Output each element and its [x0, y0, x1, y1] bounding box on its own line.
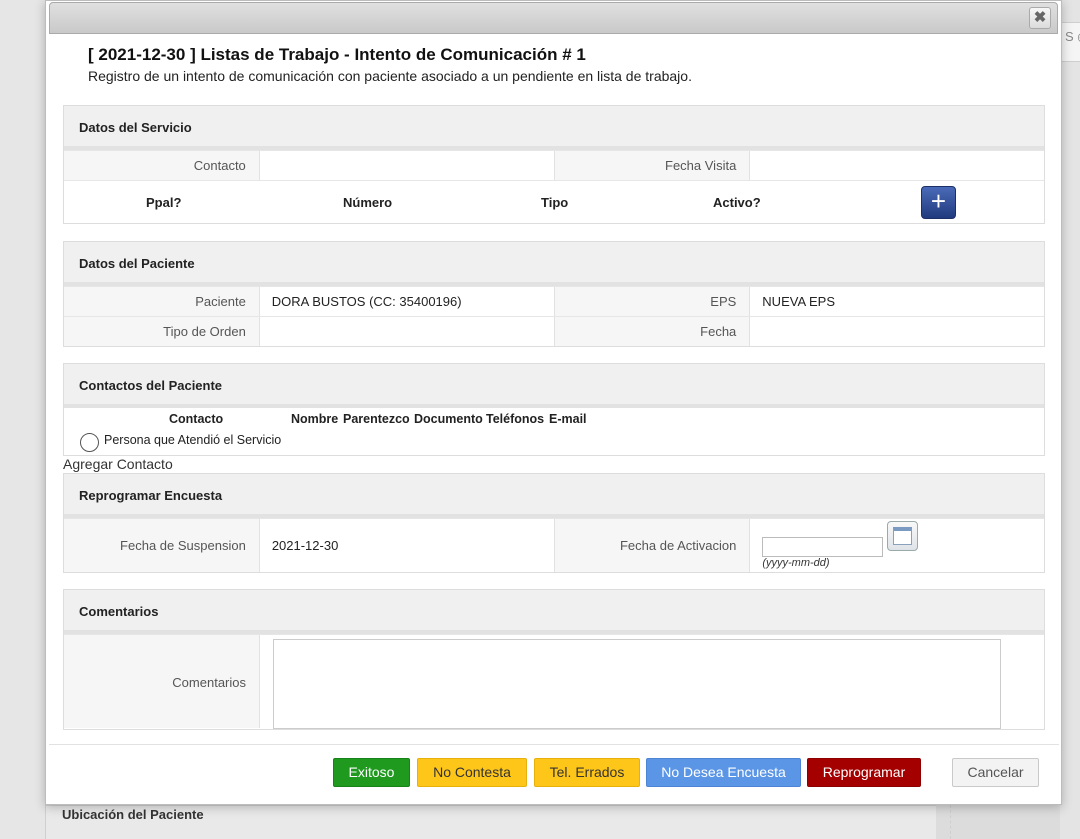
close-icon[interactable]: ✖	[1029, 7, 1051, 29]
activation-date-cell: (yyyy-mm-dd)	[750, 519, 1044, 572]
col-nombre: Nombre	[291, 412, 339, 426]
patient-row: Paciente DORA BUSTOS (CC: 35400196) EPS …	[64, 286, 1044, 316]
col-numero: Número	[343, 195, 393, 210]
col-email: E-mail	[549, 412, 587, 426]
date-label: Fecha	[554, 317, 751, 346]
patient-data-panel: Datos del Paciente Paciente DORA BUSTOS …	[63, 241, 1045, 347]
patient-value: DORA BUSTOS (CC: 35400196)	[260, 287, 555, 316]
activation-date-label: Fecha de Activacion	[554, 519, 751, 572]
eps-value: NUEVA EPS	[762, 294, 836, 309]
visit-date-value	[750, 151, 1044, 180]
reschedule-row: Fecha de Suspension 2021-12-30 Fecha de …	[64, 518, 1044, 572]
col-ppal: Ppal?	[146, 195, 182, 210]
declines-survey-button[interactable]: No Desea Encuesta	[646, 758, 801, 787]
attended-person-radio[interactable]	[80, 433, 99, 452]
patient-data-header: Datos del Paciente	[64, 242, 1044, 286]
communication-attempt-dialog: ✖ [ 2021-12-30 ] Listas de Trabajo - Int…	[45, 0, 1062, 805]
background-left-panel	[0, 0, 46, 839]
comments-panel: Comentarios Comentarios	[63, 589, 1045, 730]
service-data-panel: Datos del Servicio Contacto Fecha Visita…	[63, 105, 1045, 224]
col-tipo: Tipo	[541, 195, 569, 210]
col-documento: Documento	[414, 412, 483, 426]
order-row: Tipo de Orden Fecha	[64, 316, 1044, 346]
date-format-hint: (yyyy-mm-dd)	[762, 557, 830, 569]
add-contact-link[interactable]: Agregar Contacto	[63, 456, 173, 472]
eps-label: EPS	[554, 287, 751, 316]
attended-person-label: Persona que Atendió el Servicio	[104, 433, 282, 447]
visit-date-label: Fecha Visita	[554, 151, 751, 180]
comments-row: Comentarios	[64, 634, 1044, 729]
dialog-title: [ 2021-12-30 ] Listas de Trabajo - Inten…	[88, 45, 586, 64]
date-value	[750, 317, 1044, 346]
contacts-table: Contacto Nombre Parentezco Documento Tel…	[64, 408, 1044, 455]
reschedule-button[interactable]: Reprogramar	[807, 758, 921, 787]
activation-date-input[interactable]	[762, 537, 884, 557]
col-activo: Activo?	[713, 195, 761, 210]
suspension-date-value: 2021-12-30	[260, 519, 555, 572]
dialog-titlebar[interactable]: ✖	[49, 2, 1058, 34]
patient-label: Paciente	[64, 287, 260, 316]
col-contacto: Contacto	[169, 412, 224, 426]
contact-label: Contacto	[64, 151, 260, 180]
footer-divider	[49, 744, 1059, 745]
background-bottom-right	[950, 805, 1060, 839]
order-type-label: Tipo de Orden	[64, 317, 260, 346]
service-contact-row: Contacto Fecha Visita	[64, 150, 1044, 180]
background-right-panel	[1060, 0, 1080, 839]
comments-header: Comentarios	[64, 590, 1044, 634]
col-parentezco: Parentezco	[343, 412, 410, 426]
suspension-date-label: Fecha de Suspension	[64, 519, 260, 572]
wrong-phones-button[interactable]: Tel. Errados	[534, 758, 640, 787]
background-right-tab: S ◉	[1060, 22, 1080, 62]
no-answer-button[interactable]: No Contesta	[417, 758, 527, 787]
col-telefonos: Teléfonos	[486, 412, 545, 426]
calendar-icon[interactable]	[887, 521, 919, 551]
phones-table-header: Ppal? Número Tipo Activo? +	[64, 180, 1044, 222]
contact-value	[260, 151, 555, 180]
patient-contacts-panel: Contactos del Paciente Contacto Nombre P…	[63, 363, 1045, 456]
comments-textarea[interactable]	[273, 639, 1001, 729]
patient-contacts-header: Contactos del Paciente	[64, 364, 1044, 408]
service-data-header: Datos del Servicio	[64, 106, 1044, 150]
dialog-subtitle: Registro de un intento de comunicación c…	[88, 68, 692, 84]
comments-label: Comentarios	[64, 635, 260, 728]
success-button[interactable]: Exitoso	[333, 758, 410, 787]
add-phone-button[interactable]: +	[921, 186, 956, 219]
reschedule-survey-header: Reprogramar Encuesta	[64, 474, 1044, 518]
reschedule-survey-panel: Reprogramar Encuesta Fecha de Suspension…	[63, 473, 1045, 573]
order-type-value	[260, 317, 555, 346]
background-section-label: Ubicación del Paciente	[62, 807, 204, 822]
cancel-button[interactable]: Cancelar	[952, 758, 1039, 787]
